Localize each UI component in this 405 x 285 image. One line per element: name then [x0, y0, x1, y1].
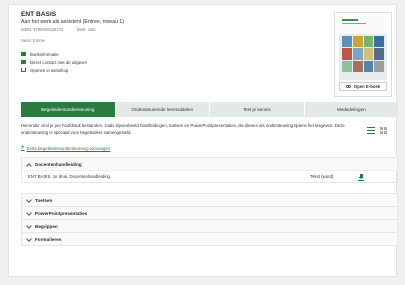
cover-tile	[352, 48, 363, 60]
section-header[interactable]: PowerPointpresentaties	[22, 207, 397, 219]
book-icon	[21, 51, 26, 57]
chevron-down-icon	[26, 237, 31, 242]
download-icon[interactable]	[358, 174, 364, 181]
series-text: Serie: Entree	[21, 38, 46, 43]
book-info-label: Boekinformatie	[30, 51, 59, 57]
eye-icon	[345, 84, 351, 89]
tab-begeleidersondersteuning[interactable]: Begeleidersondersteuning	[21, 102, 115, 117]
section-begrippen: Begrippen	[21, 219, 398, 233]
isbn-text: ISBN: 9789400226272	[21, 27, 64, 32]
cover-tile	[342, 36, 352, 48]
product-title: ENT BASIS	[21, 11, 57, 18]
grid-view-icon[interactable]	[380, 127, 388, 134]
cover-tile	[363, 36, 374, 48]
section-toetsen: Toetsen	[21, 193, 398, 207]
section-docentenhandleiding: Docentenhandleiding ENT BASIS, 1e druk, …	[21, 157, 398, 183]
cover-tile	[363, 48, 374, 60]
file-name: ENT BASIS, 1e druk, Docentenhandleiding	[28, 174, 110, 179]
cover-tile	[352, 60, 363, 72]
cover-tile	[374, 48, 384, 60]
file-row: ENT BASIS, 1e druk, Docentenhandleiding …	[22, 170, 397, 182]
description-text: Hieronder vind je per hoofdstuk bestande…	[21, 123, 345, 135]
section-formulieren: Formulieren	[21, 232, 398, 246]
tab-mededelingen[interactable]: Mededelingen	[304, 102, 398, 117]
edition-text: Druk: 1ste	[76, 27, 96, 32]
tab-bar: Begeleidersondersteuning Ondersteunende …	[21, 102, 398, 117]
section-header[interactable]: Begrippen	[22, 220, 397, 232]
view-toggle	[367, 127, 388, 134]
section-header[interactable]: Toetsen	[22, 194, 397, 206]
tab-ondersteunende-leermiddelen[interactable]: Ondersteunende leermiddelen	[115, 102, 209, 117]
list-view-icon[interactable]	[367, 127, 375, 134]
section-header[interactable]: Docentenhandleiding	[22, 158, 397, 170]
section-label: Toetsen	[35, 197, 53, 203]
section-label: PowerPointpresentaties	[35, 210, 88, 216]
tab-test-je-kennis[interactable]: Test je kennis	[210, 102, 304, 117]
product-card: ENT BASIS Aan het werk als assistent (En…	[8, 4, 398, 277]
cover-tile	[363, 60, 374, 72]
cover-panel: Open E-boek	[334, 12, 392, 97]
section-powerpointpresentaties: PowerPointpresentaties	[21, 206, 398, 220]
add-extra-support-link[interactable]: + Extra begeleidersondersteuning toevoeg…	[21, 145, 110, 151]
section-label: Begrippen	[35, 223, 58, 229]
contact-publisher-label: Direct contact met de uitgever	[30, 59, 88, 65]
section-header[interactable]: Formulieren	[22, 233, 397, 245]
open-ebook-button[interactable]: Open E-boek	[339, 82, 387, 91]
info-links: Boekinformatie Direct contact met de uit…	[21, 50, 87, 74]
chevron-down-icon	[26, 211, 31, 216]
cover-tile	[352, 36, 363, 48]
mail-icon	[21, 59, 26, 65]
add-extra-support-label: Extra begeleidersondersteuning toevoegen	[26, 145, 111, 151]
cart-icon	[21, 68, 26, 72]
section-label: Docentenhandleiding	[35, 161, 82, 167]
webshop-label: Openen in webshop	[30, 67, 69, 73]
open-ebook-label: Open E-boek	[353, 84, 381, 89]
product-subtitle: Aan het werk als assistent (Entree, nive…	[21, 19, 124, 25]
cover-tile	[342, 60, 352, 72]
file-type: Tekst (word)	[310, 174, 334, 179]
plus-icon: +	[21, 145, 25, 151]
cover-tile	[374, 60, 384, 72]
section-label: Formulieren	[35, 236, 62, 242]
chevron-down-icon	[26, 198, 31, 203]
chevron-up-icon	[26, 162, 31, 167]
webshop-link[interactable]: Openen in webshop	[21, 66, 87, 74]
cover-tile	[374, 36, 384, 48]
book-cover-image	[339, 16, 387, 80]
cover-tile	[342, 48, 352, 60]
product-meta: ISBN: 9789400226272 Druk: 1ste	[21, 27, 108, 32]
contact-publisher-link[interactable]: Direct contact met de uitgever	[21, 58, 87, 66]
chevron-down-icon	[26, 224, 31, 229]
book-info-link[interactable]: Boekinformatie	[21, 50, 87, 58]
